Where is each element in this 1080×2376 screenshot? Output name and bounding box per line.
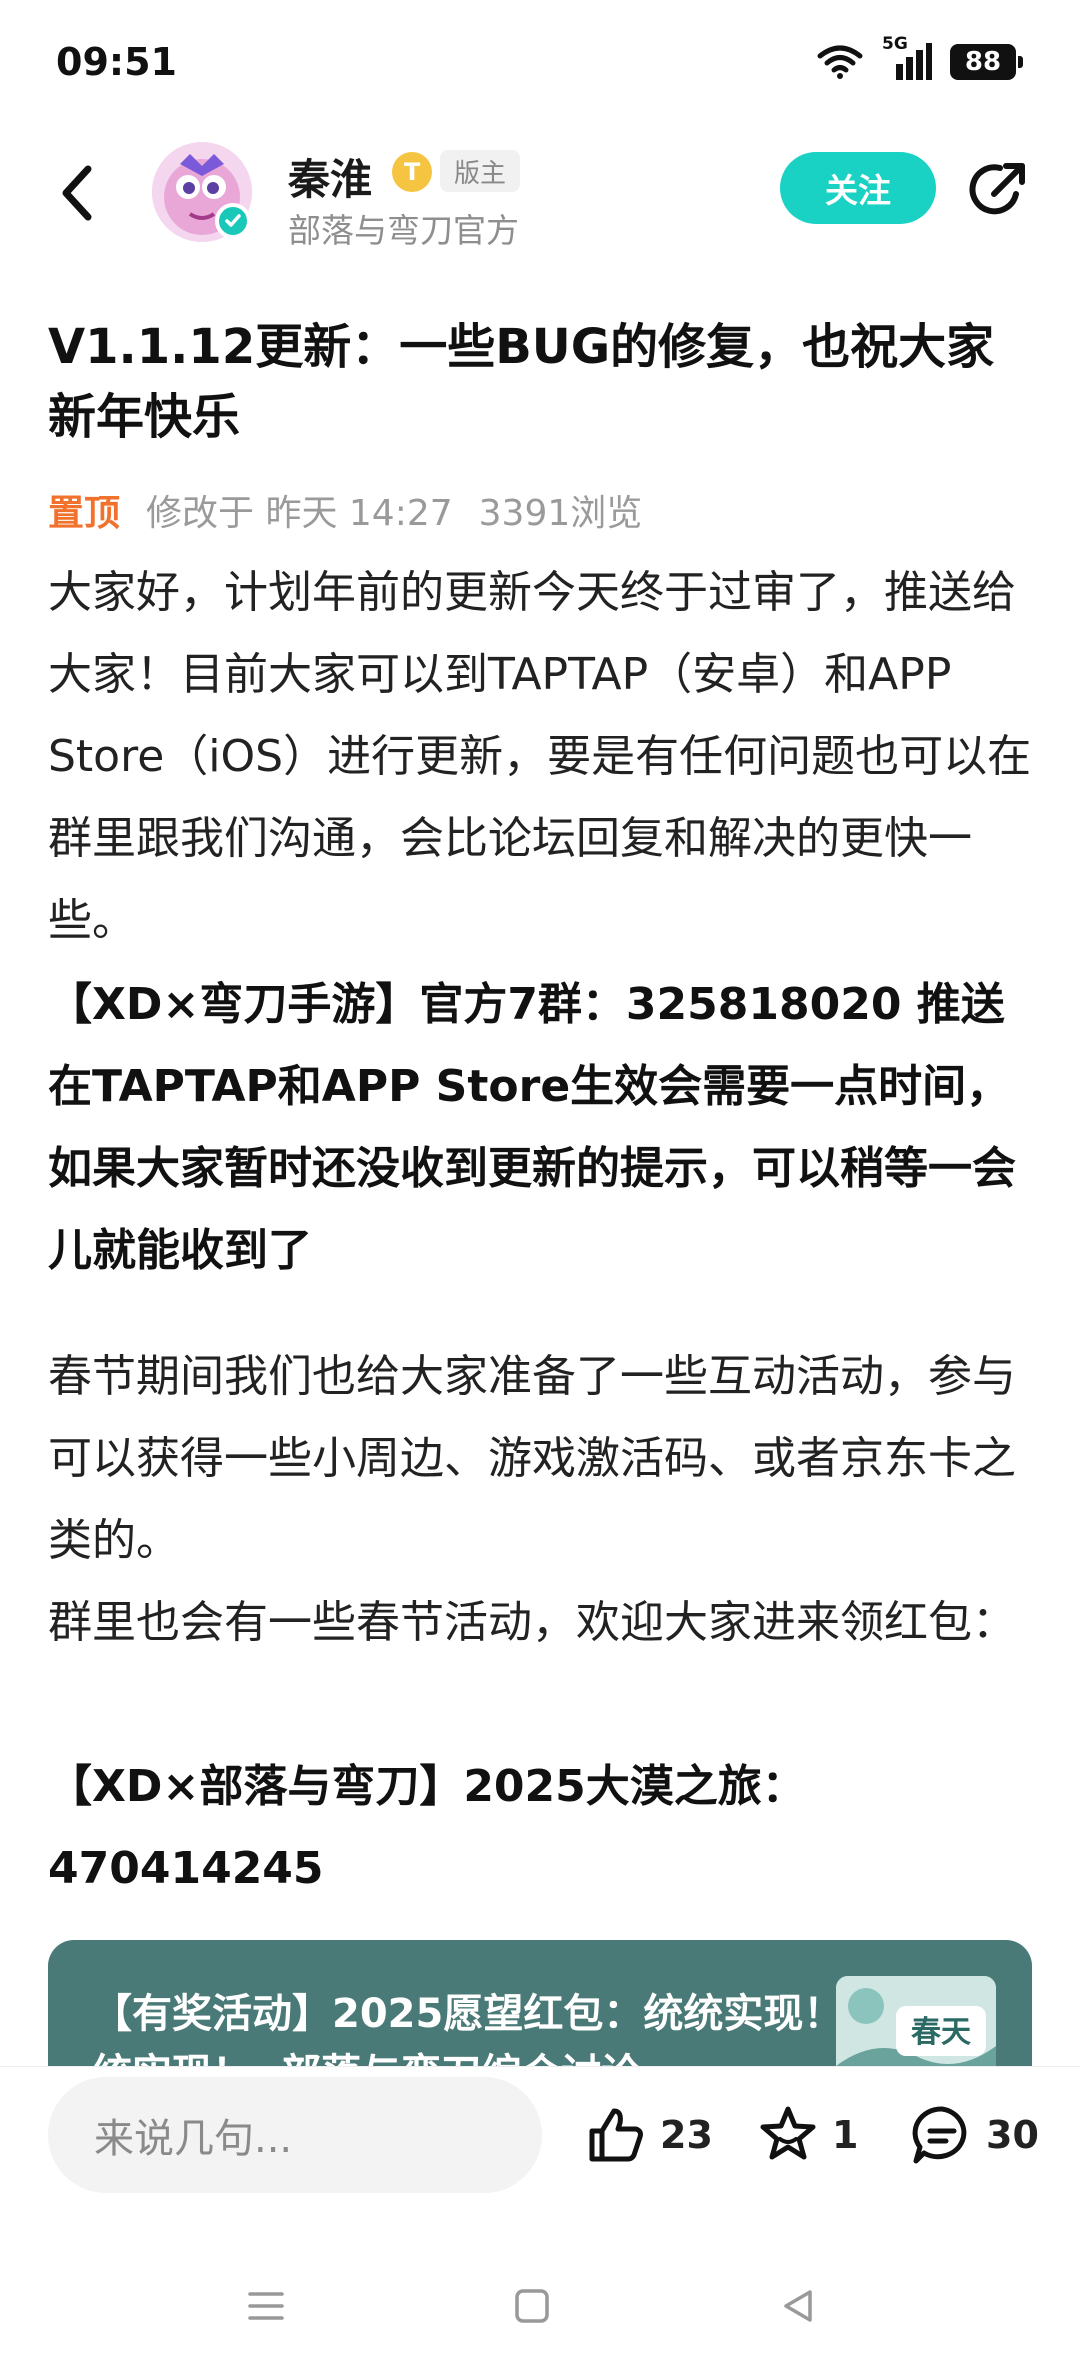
menu-icon	[248, 2292, 284, 2320]
network-type: 5G	[882, 34, 908, 54]
linked-post-title-line: 【有奖活动】2025愿望红包：统统实现！	[92, 1991, 844, 2037]
body-paragraph-bold: 【XD×弯刀手游】官方7群：325818020 推送在TAPTAP和APP St…	[48, 979, 1016, 1276]
star-icon	[760, 2106, 816, 2160]
system-nav-bar	[0, 2240, 1080, 2376]
home-square-icon	[515, 2289, 549, 2323]
chevron-left-icon	[62, 165, 92, 221]
like-button[interactable]: 23	[584, 2093, 713, 2177]
body-paragraph-bold: 【XD×部落与弯刀】2025大漠之旅：470414245	[48, 1761, 806, 1894]
author-name[interactable]: 秦淮	[288, 146, 372, 207]
body-paragraph: 春节期间我们也给大家准备了一些互动活动，参与可以获得一些小周边、游戏激活码、或者…	[48, 1351, 1016, 1566]
view-count: 3391浏览	[478, 493, 643, 534]
verified-icon	[215, 203, 251, 239]
back-nav-button[interactable]	[766, 2274, 830, 2338]
comment-icon	[912, 2106, 967, 2164]
follow-button[interactable]: 关注	[780, 152, 936, 224]
role-badge: 版主	[440, 150, 521, 192]
comment-button[interactable]: 30	[910, 2093, 1039, 2177]
battery-icon: 88	[950, 44, 1023, 80]
modified-time: 修改于 昨天 14:27	[146, 493, 453, 534]
level-badge-icon: T	[392, 152, 432, 192]
pinned-tag: 置顶	[48, 493, 121, 534]
status-icons: 5G 88	[816, 34, 1023, 84]
favorite-count: 1	[832, 2113, 859, 2157]
favorite-button[interactable]: 1	[756, 2093, 858, 2177]
share-button[interactable]	[966, 158, 1030, 222]
like-count: 23	[660, 2113, 713, 2157]
thumbnail-text: 春天	[911, 2015, 971, 2050]
thumbs-up-icon	[589, 2108, 643, 2162]
body-paragraph: 大家好，计划年前的更新今天终于过审了，推送给大家！目前大家可以到TAPTAP（安…	[48, 567, 1032, 946]
share-icon	[969, 163, 1025, 215]
status-bar: 09:51 5G 88	[0, 0, 1080, 120]
comment-count: 30	[986, 2113, 1039, 2157]
menu-nav-button[interactable]	[234, 2274, 298, 2338]
body-paragraph: 群里也会有一些春节活动，欢迎大家进来领红包：	[48, 1597, 1016, 1648]
status-time: 09:51	[56, 40, 177, 84]
post-header: 秦淮 T 版主 部落与弯刀官方 关注	[0, 130, 1080, 260]
comment-input[interactable]: 来说几句...	[48, 2077, 542, 2193]
author-subtitle: 部落与弯刀官方	[288, 211, 519, 250]
post-title: V1.1.12更新：一些BUG的修复，也祝大家新年快乐	[48, 319, 995, 445]
signal-icon: 5G	[882, 34, 932, 82]
triangle-back-icon	[784, 2290, 812, 2322]
home-nav-button[interactable]	[500, 2274, 564, 2338]
back-button[interactable]	[48, 158, 108, 228]
battery-level: 88	[964, 47, 1002, 77]
wifi-icon	[817, 45, 863, 79]
post-meta: 置顶 修改于 昨天 14:27 3391浏览	[48, 484, 642, 536]
